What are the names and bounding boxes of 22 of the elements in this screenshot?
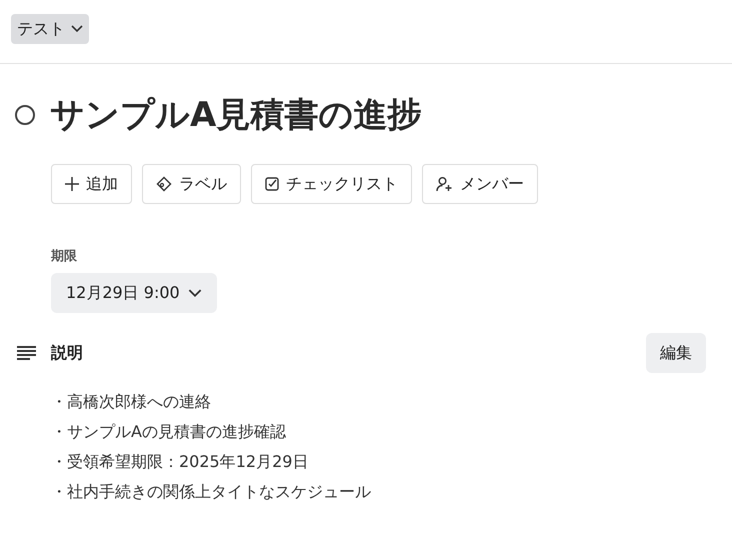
checklist-button[interactable]: チェックリスト (251, 164, 412, 204)
add-person-icon (436, 176, 453, 192)
chevron-down-icon (71, 25, 83, 33)
description-line: ・サンプルAの見積書の進捗確認 (51, 421, 286, 443)
plus-icon (65, 177, 79, 191)
checkbox-icon (265, 177, 279, 191)
due-date-button[interactable]: 12月29日 9:00 (51, 273, 217, 313)
task-title: サンプルA見積書の進捗 (50, 94, 422, 136)
edit-button[interactable]: 編集 (646, 333, 706, 373)
description-line: ・受領希望期限：2025年12月29日 (51, 451, 308, 473)
tag-icon (156, 176, 172, 192)
project-dropdown[interactable]: テスト (11, 14, 89, 44)
label-button[interactable]: ラベル (142, 164, 241, 204)
description-icon (17, 346, 36, 360)
complete-checkbox[interactable] (15, 105, 35, 125)
chevron-down-icon (188, 288, 202, 298)
description-line: ・高橋次郎様への連絡 (51, 391, 211, 413)
description-line: ・社内手続きの関係上タイトなスケジュール (51, 481, 371, 503)
member-button[interactable]: メンバー (422, 164, 538, 204)
description-heading: 説明 (51, 342, 83, 364)
add-button[interactable]: 追加 (51, 164, 132, 204)
due-heading: 期限 (51, 248, 77, 266)
